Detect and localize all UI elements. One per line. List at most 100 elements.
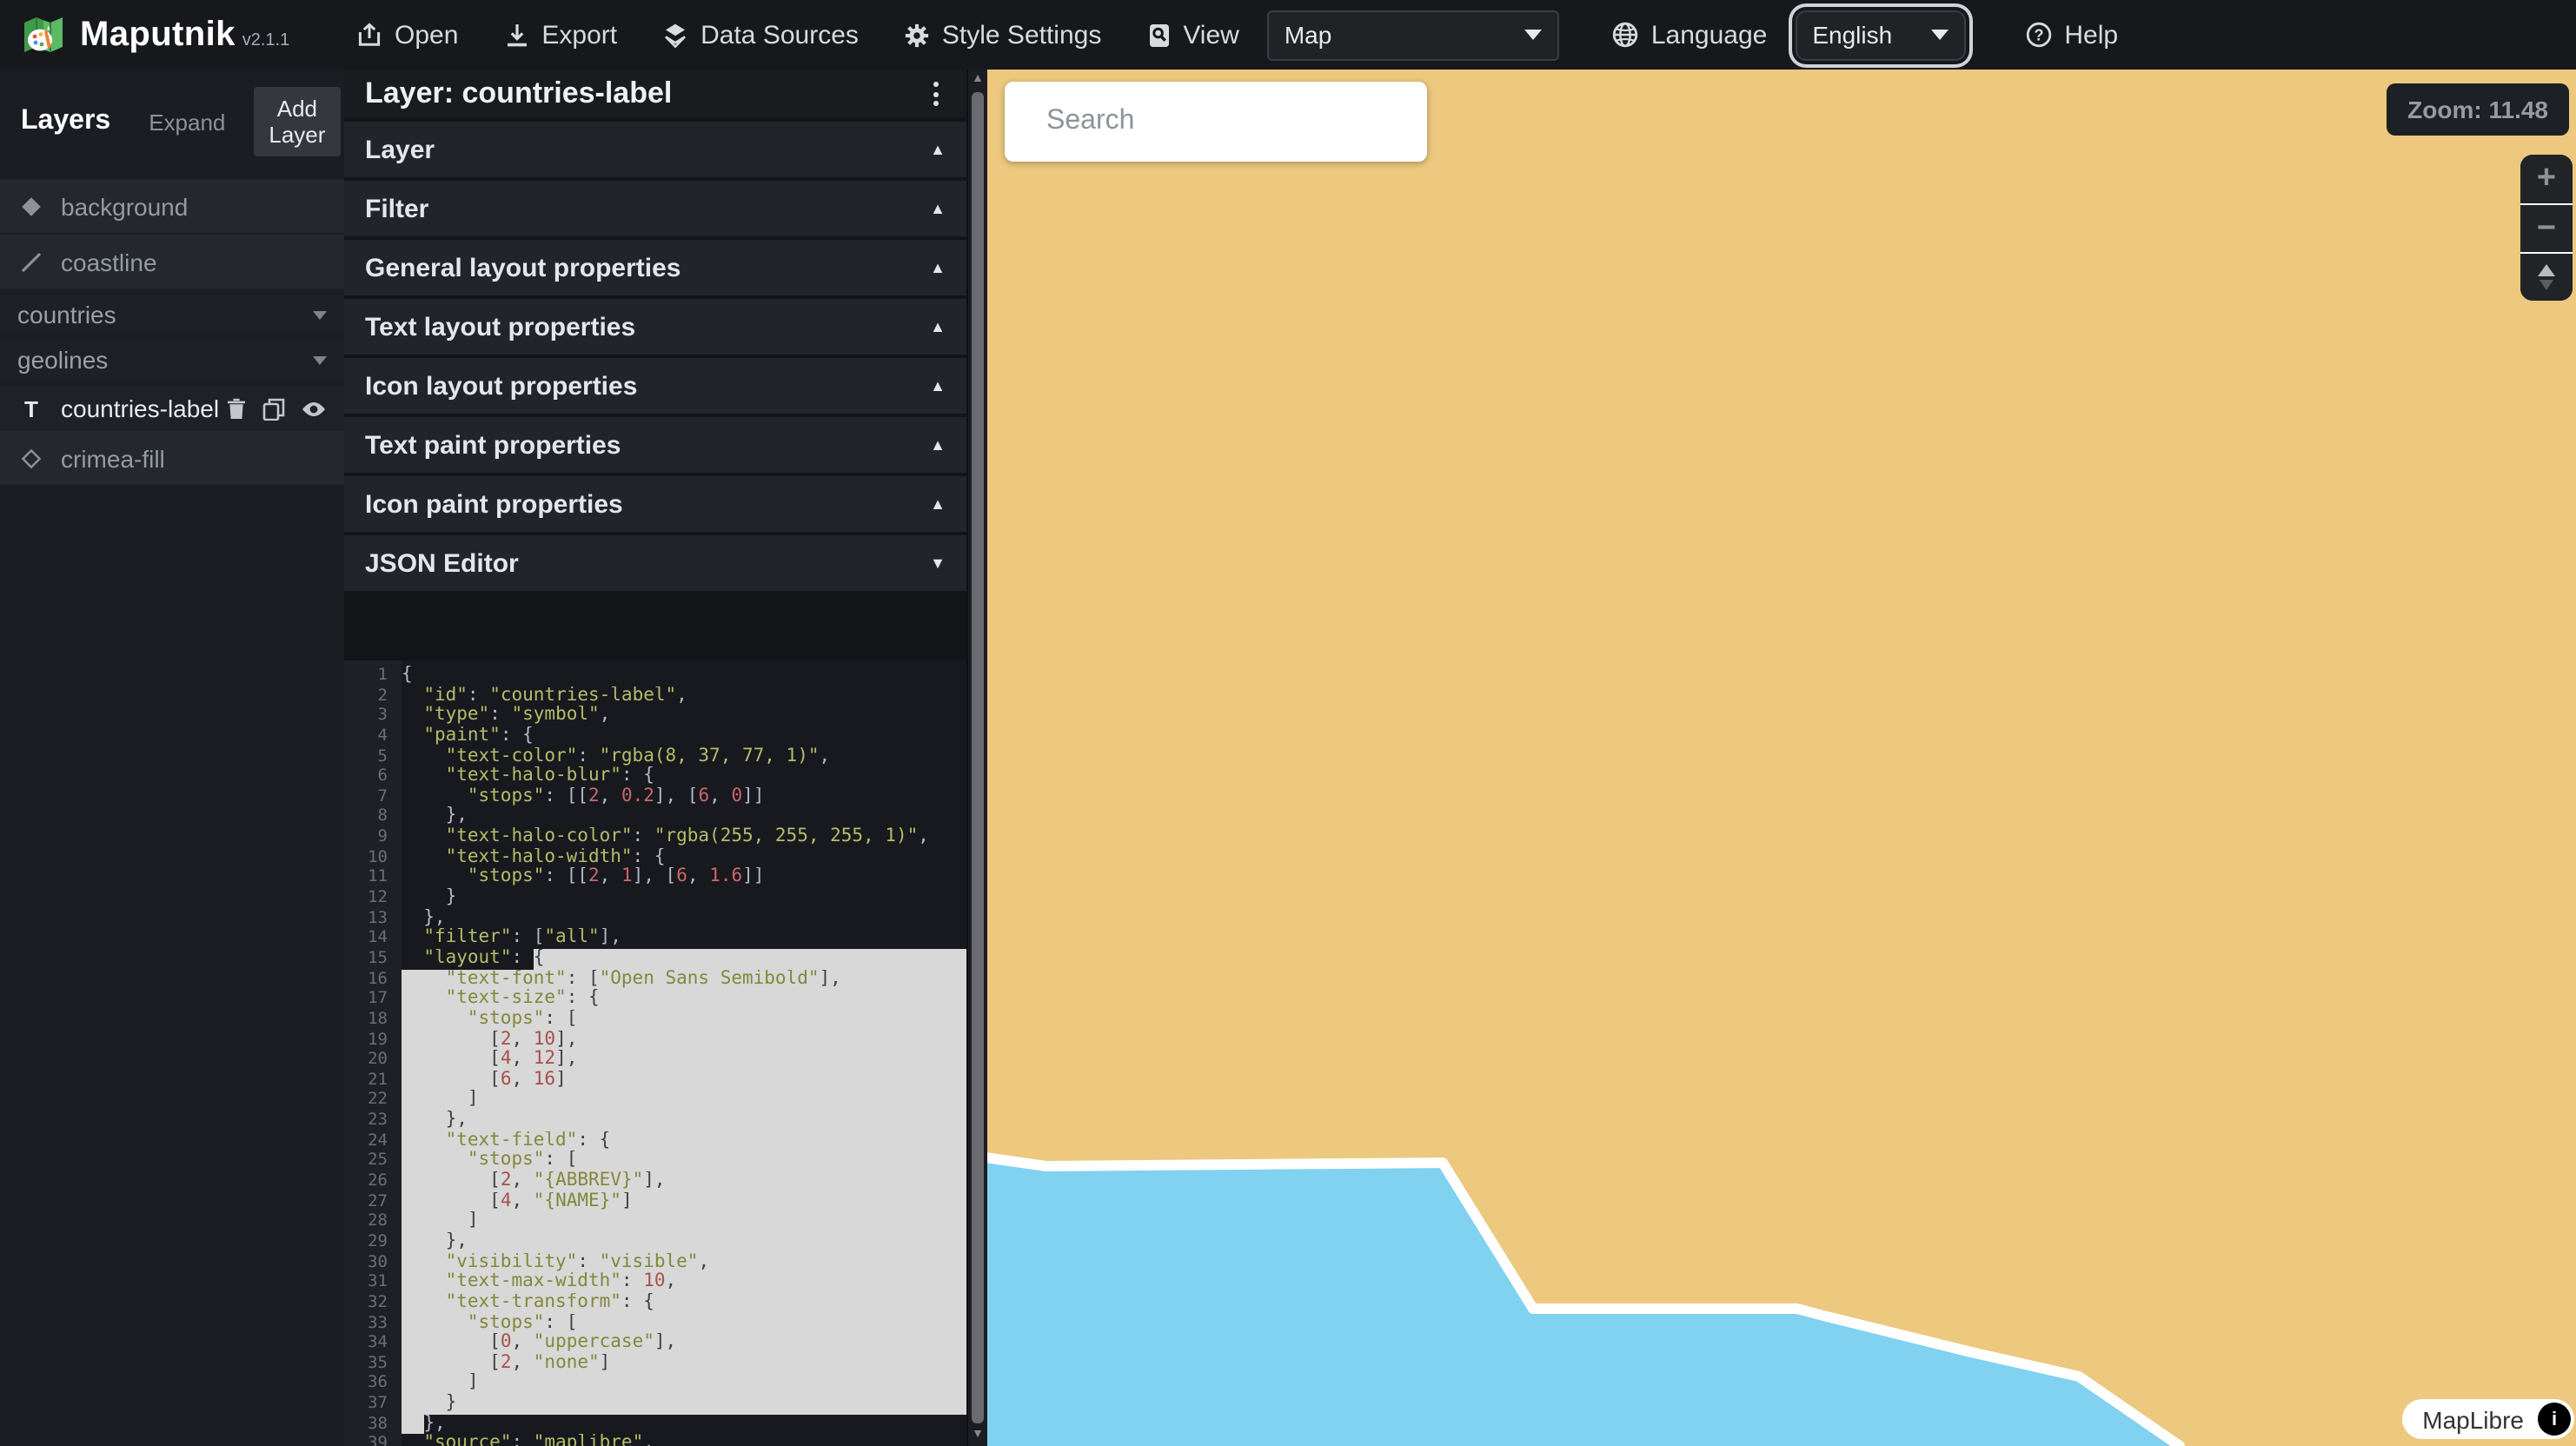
section-json-editor[interactable]: JSON Editor▼ — [344, 535, 966, 591]
pitch-icon — [2538, 264, 2555, 290]
view-menu: View Map — [1146, 10, 1559, 60]
section-label: Icon layout properties — [365, 371, 637, 401]
data-sources-button[interactable]: Data Sources — [662, 20, 859, 50]
section-general-layout-properties[interactable]: General layout properties▲ — [344, 240, 966, 295]
code-lines: 1{2 "id": "countries-label",3 "type": "s… — [344, 666, 966, 1446]
section-layer[interactable]: Layer▲ — [344, 122, 966, 177]
line-number: 17 — [344, 990, 402, 1010]
code-line: 25 "stops": [ — [344, 1151, 966, 1171]
selection-highlight — [402, 1414, 423, 1434]
zoom-in-button[interactable]: + — [2520, 155, 2573, 203]
brand: Maputnik v2.1.1 — [21, 12, 289, 57]
line-number: 20 — [344, 1050, 402, 1070]
chevron-down-icon[interactable] — [313, 355, 327, 364]
chevron-up-icon: ▲ — [930, 200, 946, 217]
scroll-down-arrow-icon[interactable]: ▼ — [968, 1427, 987, 1444]
layers-sidebar: Layers Expand Add Layer background coastl… — [0, 70, 346, 1446]
layers-title: Layers — [21, 106, 110, 137]
search-input[interactable] — [1043, 104, 1410, 139]
code-line: 38 }, — [344, 1414, 966, 1434]
section-filter[interactable]: Filter▲ — [344, 181, 966, 236]
layer-item-label: background — [61, 192, 188, 220]
zoom-out-button[interactable]: − — [2520, 203, 2573, 252]
layer-actions — [226, 397, 327, 420]
add-layer-button[interactable]: Add Layer — [253, 87, 341, 156]
line-number: 2 — [344, 686, 402, 706]
code-line: 11 "stops": [[2, 1], [6, 1.6]] — [344, 868, 966, 888]
section-icon-layout-properties[interactable]: Icon layout properties ▲ — [344, 358, 966, 414]
code-line: 31 "text-max-width": 10, — [344, 1272, 966, 1292]
code-line: 15 "layout": { — [344, 949, 966, 969]
layer-item-crimea-fill[interactable]: crimea-fill — [0, 431, 344, 485]
eye-icon[interactable] — [301, 399, 327, 418]
layer-item-label: countries — [17, 301, 116, 328]
section-text-paint-properties[interactable]: Text paint properties▲ — [344, 417, 966, 473]
kebab-menu-icon[interactable] — [926, 78, 946, 109]
code-line: 19 [2, 10], — [344, 1030, 966, 1050]
pitch-toggle-button[interactable] — [2520, 252, 2573, 301]
line-number: 19 — [344, 1030, 402, 1050]
map-canvas[interactable]: Zoom: 11.48 + − MapLibre i — [986, 70, 2576, 1446]
copy-icon[interactable] — [262, 397, 285, 420]
maputnik-logo-icon — [21, 12, 66, 57]
code-line: 4 "paint": { — [344, 726, 966, 746]
code-line: 22 ] — [344, 1091, 966, 1111]
diamond-outline-icon — [17, 446, 45, 470]
code-line: 34 [0, "uppercase"], — [344, 1333, 966, 1353]
code-line: 5 "text-color": "rgba(8, 37, 77, 1)", — [344, 746, 966, 766]
code-line: 3 "type": "symbol", — [344, 706, 966, 726]
info-icon[interactable]: i — [2538, 1403, 2571, 1436]
style-settings-button[interactable]: Style Settings — [904, 20, 1101, 50]
open-icon — [356, 22, 382, 48]
scroll-up-arrow-icon[interactable]: ▲ — [968, 71, 987, 89]
section-label: JSON Editor — [365, 548, 519, 578]
layer-item-label: coastline — [61, 248, 157, 275]
layer-item-background[interactable]: background — [0, 179, 344, 233]
selection-highlight: { — [534, 949, 966, 969]
line-number: 38 — [344, 1414, 402, 1434]
trash-icon[interactable] — [226, 397, 247, 420]
chevron-up-icon: ▲ — [930, 377, 946, 395]
group-item-countries[interactable]: countries — [0, 295, 344, 334]
layer-item-coastline[interactable]: coastline — [0, 233, 344, 289]
line-number: 15 — [344, 949, 402, 969]
line-number: 31 — [344, 1272, 402, 1292]
layer-editor-panel: Layer: countries-label Layer▲Filter▲Gene… — [344, 70, 966, 1446]
language-select[interactable]: English — [1795, 10, 1965, 60]
group-item-geolines[interactable]: geolines — [0, 341, 344, 379]
view-select[interactable]: Map — [1267, 10, 1559, 60]
code-line: 16 "text-font": ["Open Sans Semibold"], — [344, 969, 966, 989]
layer-item-label: countries-label — [61, 395, 219, 422]
line-number: 12 — [344, 888, 402, 908]
line-number: 8 — [344, 807, 402, 827]
language-menu: Language English — [1611, 10, 1966, 60]
code-line: 37 } — [344, 1394, 966, 1414]
open-button[interactable]: Open — [356, 20, 458, 50]
line-number: 3 — [344, 706, 402, 726]
line-number: 26 — [344, 1171, 402, 1191]
code-line: 1{ — [344, 666, 966, 686]
line-number: 29 — [344, 1232, 402, 1252]
export-button[interactable]: Export — [503, 20, 617, 50]
maputnik-app: Maputnik v2.1.1 Open Export Data Sources… — [0, 0, 2576, 1446]
code-line: 32 "text-transform": { — [344, 1293, 966, 1313]
help-button[interactable]: ? Help — [2024, 20, 2118, 50]
layer-item-label: crimea-fill — [61, 444, 165, 472]
json-editor[interactable]: 1{2 "id": "countries-label",3 "type": "s… — [344, 660, 966, 1446]
section-icon-paint-properties[interactable]: Icon paint properties▲ — [344, 476, 966, 532]
line-number: 39 — [344, 1435, 402, 1446]
app-title: Maputnik — [80, 15, 236, 55]
section-text-layout-properties[interactable]: Text layout properties▲ — [344, 299, 966, 355]
chevron-down-icon[interactable] — [313, 310, 327, 319]
scrollbar-thumb[interactable] — [971, 92, 983, 1423]
code-line: 9 "text-halo-color": "rgba(255, 255, 255… — [344, 827, 966, 847]
line-number: 33 — [344, 1313, 402, 1333]
line-number: 9 — [344, 827, 402, 847]
layer-item-countries-label[interactable]: Tcountries-label — [0, 386, 344, 431]
line-number: 1 — [344, 666, 402, 686]
layer-item-label: geolines — [17, 346, 108, 374]
map-attribution: MapLibre i — [2401, 1399, 2574, 1439]
attribution-link[interactable]: MapLibre — [2422, 1405, 2524, 1433]
expand-button[interactable]: Expand — [138, 102, 236, 142]
line-number: 16 — [344, 969, 402, 989]
